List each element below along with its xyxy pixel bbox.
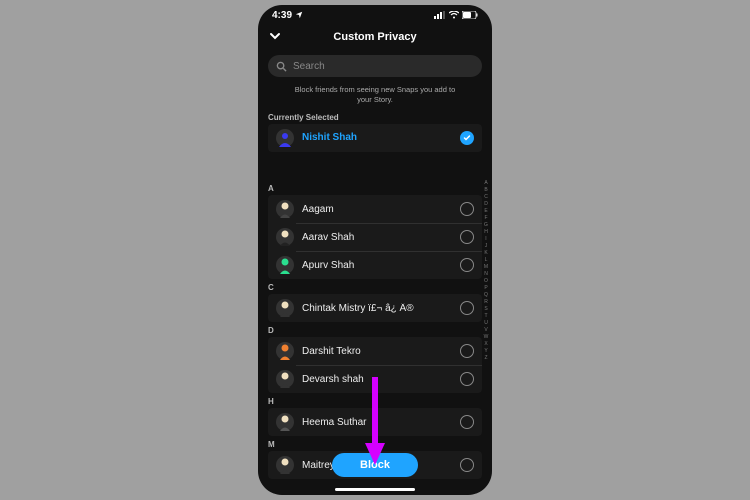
index-letter[interactable]: F — [484, 215, 487, 222]
index-letter[interactable]: N — [484, 271, 488, 278]
index-letter[interactable]: E — [484, 208, 487, 215]
friend-name: Apurv Shah — [302, 260, 452, 271]
friend-name: Aagam — [302, 204, 452, 215]
index-letter[interactable]: H — [484, 229, 488, 236]
index-letter[interactable]: S — [484, 306, 487, 313]
index-letter[interactable]: P — [484, 285, 487, 292]
friend-row[interactable]: Apurv Shah — [268, 251, 482, 279]
avatar — [276, 456, 294, 474]
avatar — [276, 200, 294, 218]
avatar — [276, 370, 294, 388]
section-letter-D: D — [258, 322, 492, 337]
signal-icon — [434, 11, 446, 19]
radio-unchecked[interactable] — [460, 344, 474, 358]
index-letter[interactable]: Z — [484, 355, 487, 362]
radio-unchecked[interactable] — [460, 230, 474, 244]
section-letter-A: A — [258, 180, 492, 195]
chevron-down-icon — [268, 29, 282, 43]
friend-row[interactable]: Chintak Mistry ï£¬ â¿ Â® — [268, 294, 482, 322]
index-letter[interactable]: Y — [484, 348, 487, 355]
back-chevron[interactable] — [268, 29, 282, 46]
alphabet-index[interactable]: ABCDEFGHIJKLMNOPQRSTUVWXYZ — [482, 180, 490, 362]
radio-unchecked[interactable] — [460, 301, 474, 315]
avatar — [276, 342, 294, 360]
search-wrap: Search — [258, 49, 492, 81]
friend-row[interactable]: Aagam — [268, 195, 482, 223]
avatar — [276, 256, 294, 274]
home-indicator — [335, 488, 415, 491]
index-letter[interactable]: K — [484, 250, 487, 257]
status-bar: 4:39 — [258, 5, 492, 25]
index-letter[interactable]: U — [484, 320, 488, 327]
index-letter[interactable]: O — [484, 278, 488, 285]
index-letter[interactable]: V — [484, 327, 487, 334]
index-letter[interactable]: R — [484, 299, 488, 306]
annotation-arrow — [363, 377, 387, 467]
selected-name: Nishit Shah — [302, 132, 452, 143]
search-input[interactable]: Search — [268, 55, 482, 77]
check-icon[interactable] — [460, 131, 474, 145]
radio-unchecked[interactable] — [460, 202, 474, 216]
index-letter[interactable]: D — [484, 201, 488, 208]
radio-unchecked[interactable] — [460, 415, 474, 429]
friend-row[interactable]: Aarav Shah — [268, 223, 482, 251]
info-text: Block friends from seeing new Snaps you … — [258, 81, 492, 111]
index-letter[interactable]: Q — [484, 292, 488, 299]
radio-unchecked[interactable] — [460, 258, 474, 272]
friend-row[interactable]: Darshit Tekro — [268, 337, 482, 365]
location-icon — [295, 11, 303, 19]
index-letter[interactable]: W — [484, 334, 489, 341]
index-letter[interactable]: T — [484, 313, 487, 320]
phone-frame: 4:39 Custom Privacy Search Block friends… — [258, 5, 492, 495]
index-letter[interactable]: G — [484, 222, 488, 229]
index-letter[interactable]: C — [484, 194, 488, 201]
index-letter[interactable]: I — [485, 236, 486, 243]
index-letter[interactable]: A — [484, 180, 487, 187]
status-time: 4:39 — [272, 10, 292, 21]
avatar — [276, 228, 294, 246]
page-title: Custom Privacy — [333, 31, 416, 43]
header: Custom Privacy — [258, 25, 492, 49]
wifi-icon — [449, 11, 459, 19]
index-letter[interactable]: B — [484, 187, 487, 194]
avatar — [276, 129, 294, 147]
index-letter[interactable]: J — [485, 243, 488, 250]
friend-name: Chintak Mistry ï£¬ â¿ Â® — [302, 303, 452, 314]
avatar — [276, 299, 294, 317]
search-placeholder: Search — [293, 61, 325, 72]
index-letter[interactable]: L — [485, 257, 488, 264]
selected-item[interactable]: Nishit Shah — [268, 124, 482, 152]
section-letter-C: C — [258, 279, 492, 294]
index-letter[interactable]: M — [484, 264, 488, 271]
battery-icon — [462, 11, 478, 19]
friend-name: Aarav Shah — [302, 232, 452, 243]
selected-section-label: Currently Selected — [258, 111, 492, 124]
radio-unchecked[interactable] — [460, 458, 474, 472]
friend-name: Darshit Tekro — [302, 346, 452, 357]
index-letter[interactable]: X — [484, 341, 487, 348]
search-icon — [276, 61, 287, 72]
avatar — [276, 413, 294, 431]
radio-unchecked[interactable] — [460, 372, 474, 386]
